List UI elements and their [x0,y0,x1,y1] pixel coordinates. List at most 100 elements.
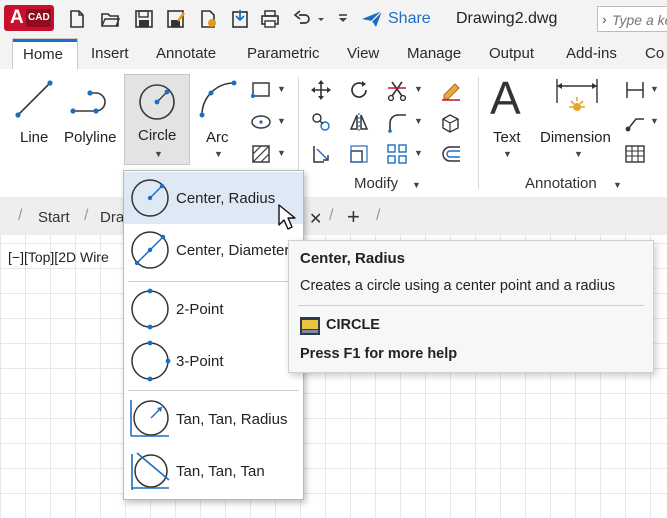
menu-item-tan-tan-radius[interactable]: Tan, Tan, Radius [124,393,303,445]
menu-item-3-point[interactable]: 3-Point [124,335,303,387]
ellipse-dropdown-icon[interactable]: ▼ [277,116,286,126]
menu-item-2-point[interactable]: 2-Point [124,283,303,335]
text-button[interactable]: A Text ▼ [486,72,532,165]
leader-dropdown-icon[interactable]: ▼ [650,116,659,126]
three-point-label: 3-Point [176,353,224,370]
viewport-controls[interactable]: [−][Top][2D Wire [8,249,109,265]
fillet-icon[interactable] [386,111,408,133]
circle-dropdown-icon: ▼ [154,149,163,159]
customize-toolbar-icon[interactable] [336,9,350,29]
fillet-dropdown-icon[interactable]: ▼ [414,116,423,126]
annotation-panel-title[interactable]: Annotation [525,175,597,192]
circle-button[interactable]: Circle ▼ [124,74,190,165]
drawing-file-tab[interactable]: Dra [100,209,124,226]
tab-add-ins[interactable]: Add-ins [566,45,617,62]
arc-dropdown-icon: ▼ [214,149,223,159]
undo-dropdown-icon[interactable] [316,9,326,29]
tab-collaborate[interactable]: Co [645,45,664,62]
array-dropdown-icon[interactable]: ▼ [414,148,423,158]
line-icon [15,80,53,118]
new-file-icon[interactable] [67,9,87,29]
circle-icon [139,84,175,120]
leader-icon[interactable] [624,111,646,133]
tooltip: Center, Radius Creates a circle using a … [288,240,654,373]
hatch-dropdown-icon[interactable]: ▼ [277,148,286,158]
tab-home-label: Home [23,46,64,63]
rotate-icon[interactable] [348,79,370,101]
undo-icon[interactable] [292,9,312,29]
arc-button[interactable]: Arc ▼ [194,73,242,165]
array-icon[interactable] [386,143,408,165]
annotation-panel-expand-icon[interactable]: ▼ [613,180,622,190]
logo-letter: A [10,7,24,28]
open-folder-icon[interactable] [100,9,121,29]
copy-icon[interactable] [310,111,332,133]
linear-dimension-icon[interactable] [624,79,646,101]
save-to-web-icon[interactable] [198,9,218,29]
tan-tan-tan-label: Tan, Tan, Tan [176,463,265,480]
start-tab[interactable]: Start [38,209,70,226]
new-tab-icon[interactable]: + [347,204,360,230]
tab-output[interactable]: Output [489,45,534,62]
text-label: Text [493,129,521,146]
search-expand-icon[interactable]: › [602,11,607,27]
tab-divider: / [376,207,381,224]
hatch-icon[interactable] [250,143,272,165]
center-radius-label: Center, Radius [176,190,276,207]
linear-dimension-dropdown-icon[interactable]: ▼ [650,84,659,94]
tan-tan-tan-icon [131,452,170,490]
move-icon[interactable] [310,79,332,101]
erase-icon[interactable] [440,79,462,101]
center-diameter-label: Center, Diameter [176,242,290,259]
modify-panel-expand-icon[interactable]: ▼ [412,180,421,190]
search-placeholder: Type a key [612,12,667,28]
tab-manage[interactable]: Manage [407,45,461,62]
arc-label: Arc [206,129,229,146]
title-bar: A CAD Share Drawing2.dwg › Type a key [0,0,667,38]
offset-icon[interactable] [440,143,462,165]
ellipse-icon[interactable] [250,111,272,133]
dimension-dropdown-icon: ▼ [574,149,583,159]
trim-icon[interactable] [386,79,408,101]
import-icon[interactable] [230,9,250,29]
modify-panel-title[interactable]: Modify [354,175,398,192]
trim-dropdown-icon[interactable]: ▼ [414,84,423,94]
tooltip-title: Center, Radius [300,250,406,267]
center-radius-icon [131,179,169,217]
tab-view[interactable]: View [347,45,379,62]
table-icon[interactable] [624,143,646,165]
menu-separator [128,390,299,391]
rectangle-icon[interactable] [250,79,272,101]
polyline-icon [70,90,106,114]
print-icon[interactable] [260,9,280,29]
tab-insert[interactable]: Insert [91,45,129,62]
ribbon-panel: Line Polyline Circle ▼ Arc ▼ ▼ ▼ ▼ ▼ ▼ ▼… [0,69,667,198]
tab-parametric[interactable]: Parametric [247,45,320,62]
tab-annotate[interactable]: Annotate [156,45,216,62]
share-icon[interactable] [360,9,384,29]
mirror-icon[interactable] [348,111,370,133]
rectangle-dropdown-icon[interactable]: ▼ [277,84,286,94]
two-point-icon [131,288,169,330]
stretch-icon[interactable] [310,143,332,165]
dimension-button[interactable]: Dimension ▼ [536,73,618,165]
app-logo[interactable]: A CAD [4,5,54,31]
explode-icon[interactable] [440,111,462,133]
polyline-button[interactable]: Polyline [62,73,124,153]
share-button[interactable]: Share [388,10,431,28]
save-as-icon[interactable] [166,9,186,29]
file-tab-bar: / Start / Dra ✕ / + / [0,197,667,236]
text-icon: A [490,72,521,124]
scale-icon[interactable] [348,143,370,165]
tab-home[interactable]: Home [12,38,78,70]
line-button[interactable]: Line [8,73,60,153]
search-box[interactable]: › Type a key [597,6,667,32]
mouse-cursor-icon [278,204,296,230]
line-label: Line [20,129,49,146]
menu-item-tan-tan-tan[interactable]: Tan, Tan, Tan [124,445,303,497]
dimension-icon [556,79,598,111]
close-tab-icon[interactable]: ✕ [309,209,322,229]
circle-label: Circle [138,127,177,144]
save-icon[interactable] [134,9,154,29]
menu-item-center-diameter[interactable]: Center, Diameter [124,224,303,276]
